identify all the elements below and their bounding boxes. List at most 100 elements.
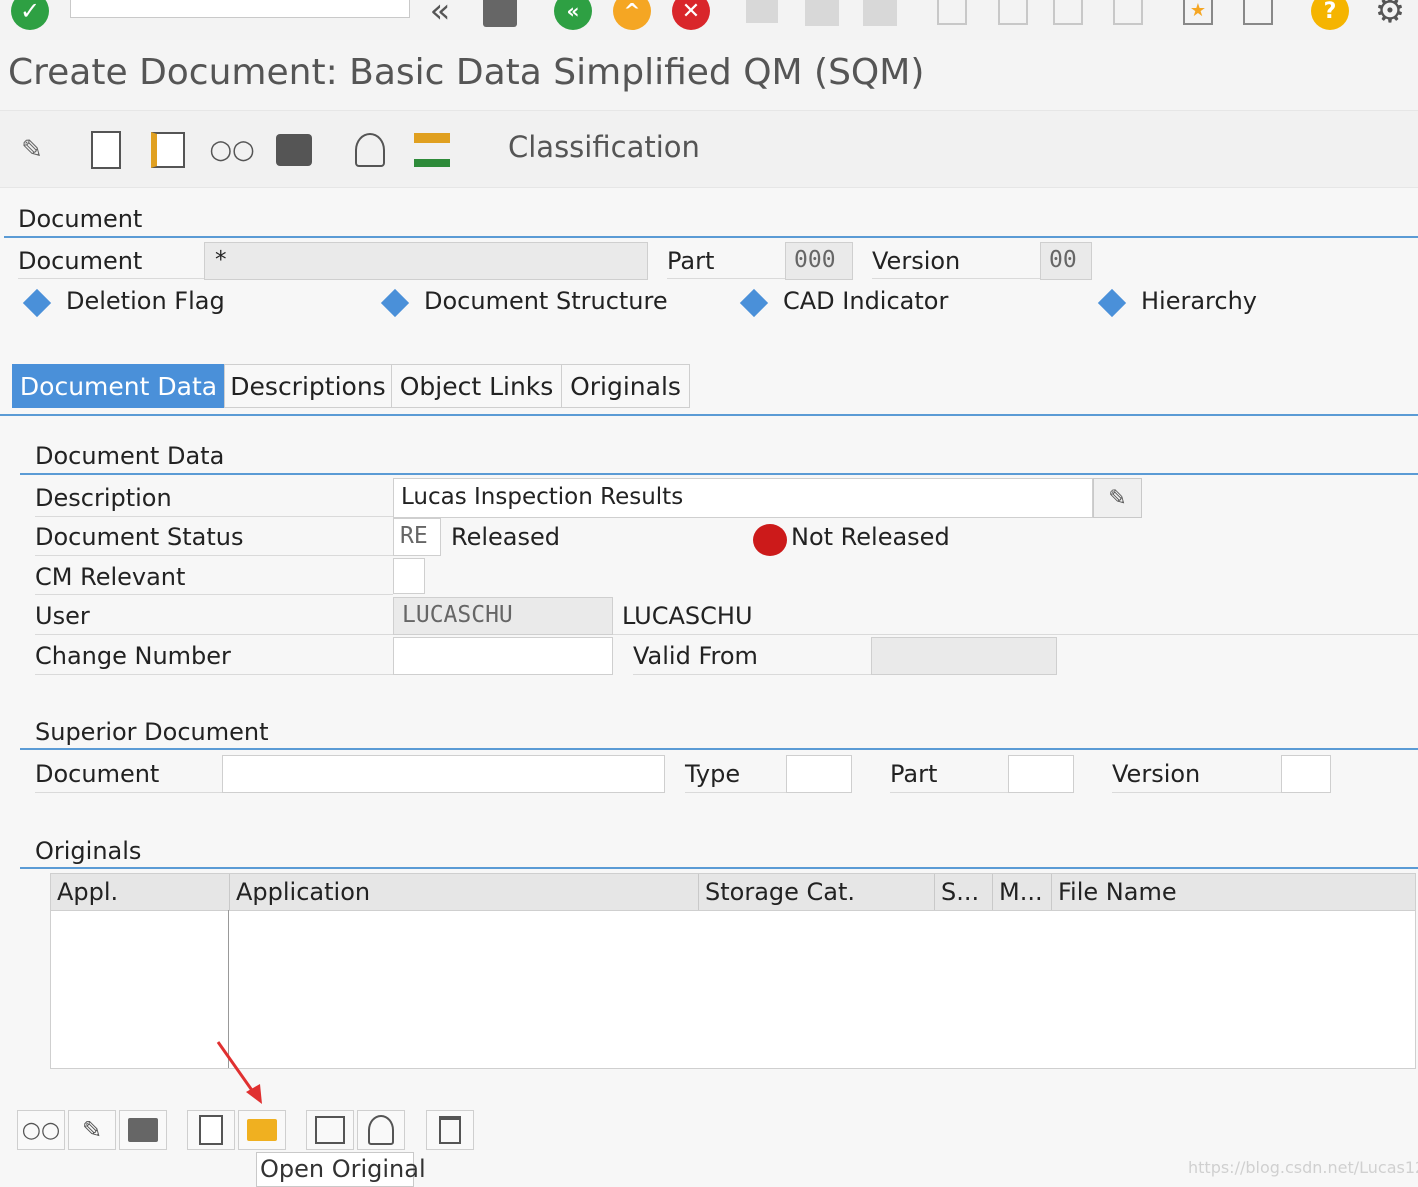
back-double-icon[interactable]: « xyxy=(420,0,460,31)
document-label: Document xyxy=(18,247,143,275)
print-original-button[interactable] xyxy=(119,1110,167,1150)
col-m[interactable]: M... xyxy=(992,874,1051,910)
part-label: Part xyxy=(667,247,715,275)
label-underline xyxy=(35,674,393,675)
section-divider xyxy=(20,748,1418,750)
system-toolbar: ✓ « « ^ ✕ ★ ? ⚙ xyxy=(0,0,1418,40)
col-s[interactable]: S... xyxy=(934,874,992,910)
valid-from-field[interactable] xyxy=(871,637,1057,675)
red-arrow-annotation xyxy=(216,1041,262,1104)
document-number-field[interactable]: * xyxy=(204,242,648,280)
create-session-icon[interactable]: ★ xyxy=(1178,0,1218,30)
label-underline xyxy=(35,516,393,517)
document-status-label: Document Status xyxy=(35,523,244,551)
label-underline xyxy=(18,278,204,279)
label-underline xyxy=(35,634,1418,635)
create-original-button[interactable] xyxy=(187,1110,235,1150)
label-underline xyxy=(633,674,871,675)
open-original-tooltip: Open Original xyxy=(256,1152,426,1187)
open-folder-icon xyxy=(247,1119,277,1141)
print-icon[interactable] xyxy=(742,0,782,30)
tab-descriptions[interactable]: Descriptions xyxy=(224,364,392,408)
document-structure-label: Document Structure xyxy=(424,287,668,315)
tab-originals[interactable]: Originals xyxy=(561,364,690,408)
version-field[interactable]: 00 xyxy=(1040,242,1092,280)
col-appl[interactable]: Appl. xyxy=(51,874,229,910)
superior-document-field[interactable] xyxy=(222,755,665,793)
superior-type-label: Type xyxy=(685,760,741,788)
tab-object-links[interactable]: Object Links xyxy=(391,364,562,408)
col-storage-cat[interactable]: Storage Cat. xyxy=(698,874,934,910)
edit-text-button[interactable]: ✎ xyxy=(1093,478,1142,518)
tab-document-data[interactable]: Document Data xyxy=(12,364,225,408)
superior-version-field[interactable] xyxy=(1281,755,1331,793)
description-field[interactable]: Lucas Inspection Results xyxy=(393,478,1093,518)
user-field[interactable]: LUCASCHU xyxy=(393,597,613,635)
search-doc-icon xyxy=(368,1115,394,1145)
superior-document-title: Superior Document xyxy=(35,718,269,746)
change-number-label: Change Number xyxy=(35,642,231,670)
new-document-icon xyxy=(199,1115,223,1145)
table-header: Appl. Application Storage Cat. S... M...… xyxy=(51,874,1415,911)
deletion-flag-label: Deletion Flag xyxy=(66,287,225,315)
superior-version-label: Version xyxy=(1112,760,1201,788)
save-icon[interactable] xyxy=(480,0,520,30)
cancel-icon[interactable]: ✕ xyxy=(671,0,711,30)
status-code-field[interactable]: RE xyxy=(393,518,441,556)
cad-indicator-label: CAD Indicator xyxy=(783,287,949,315)
col-application[interactable]: Application xyxy=(229,874,698,910)
help-icon[interactable]: ? xyxy=(1310,0,1350,30)
document-browser-icon[interactable] xyxy=(146,128,190,172)
next-page-icon[interactable] xyxy=(1048,0,1088,30)
superior-part-label: Part xyxy=(890,760,938,788)
search-original-button[interactable] xyxy=(357,1110,405,1150)
classification-button[interactable]: Classification xyxy=(508,130,700,164)
hierarchy-label: Hierarchy xyxy=(1141,287,1258,315)
description-label: Description xyxy=(35,484,172,512)
first-page-icon[interactable] xyxy=(932,0,972,30)
shortcut-icon[interactable] xyxy=(1238,0,1278,30)
superior-type-field[interactable] xyxy=(786,755,852,793)
display-change-icon[interactable]: ✎ xyxy=(10,128,54,172)
delete-original-button[interactable] xyxy=(426,1110,474,1150)
checkin-original-button[interactable] xyxy=(306,1110,354,1150)
section-divider xyxy=(20,473,1418,475)
search-document-icon[interactable] xyxy=(348,128,392,172)
label-underline xyxy=(872,278,1040,279)
prev-page-icon[interactable] xyxy=(993,0,1033,30)
section-divider xyxy=(20,867,1418,869)
label-underline xyxy=(685,792,786,793)
glasses-icon: ○○ xyxy=(21,1117,61,1143)
binoculars-icon[interactable] xyxy=(272,128,316,172)
settings-icon[interactable]: ⚙ xyxy=(1370,0,1410,31)
find-icon[interactable] xyxy=(802,0,842,30)
hierarchy-icon[interactable] xyxy=(410,128,454,172)
change-original-button[interactable]: ✎ xyxy=(68,1110,116,1150)
check-icon[interactable]: ✓ xyxy=(10,0,50,30)
label-underline xyxy=(35,594,393,595)
create-document-icon[interactable] xyxy=(84,128,128,172)
exit-icon[interactable]: ^ xyxy=(612,0,652,30)
find-next-icon[interactable] xyxy=(860,0,900,30)
command-field[interactable] xyxy=(70,0,410,18)
tab-divider xyxy=(0,414,1418,416)
user-name-text: LUCASCHU xyxy=(622,602,753,630)
open-original-button[interactable] xyxy=(238,1110,286,1150)
label-underline xyxy=(890,792,1008,793)
section-divider xyxy=(4,236,1418,238)
checkin-icon xyxy=(315,1116,345,1144)
label-underline xyxy=(35,792,222,793)
document-data-title: Document Data xyxy=(35,442,225,470)
display-original-button[interactable]: ○○ xyxy=(17,1110,65,1150)
part-field[interactable]: 000 xyxy=(785,242,853,280)
back-icon[interactable]: « xyxy=(553,0,593,30)
display-icon[interactable]: ○○ xyxy=(209,128,254,172)
page-title: Create Document: Basic Data Simplified Q… xyxy=(8,52,925,93)
superior-document-label: Document xyxy=(35,760,160,788)
col-file-name[interactable]: File Name xyxy=(1051,874,1415,910)
superior-part-field[interactable] xyxy=(1008,755,1074,793)
change-number-field[interactable] xyxy=(393,637,613,675)
last-page-icon[interactable] xyxy=(1108,0,1148,30)
cm-relevant-checkbox[interactable] xyxy=(393,558,425,594)
edit-document-icon: ✎ xyxy=(1108,485,1127,511)
